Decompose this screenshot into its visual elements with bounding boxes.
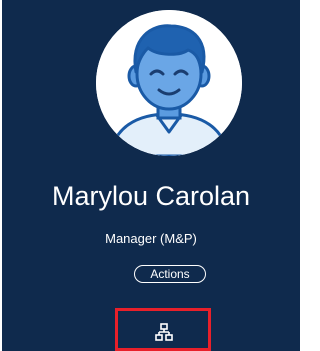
org-chart-icon <box>155 323 173 341</box>
actions-button[interactable]: Actions <box>134 265 206 283</box>
avatar <box>96 10 242 156</box>
profile-name: Marylou Carolan <box>51 181 251 211</box>
profile-role: Manager (M&P) <box>105 231 197 246</box>
person-avatar-icon <box>96 10 242 156</box>
profile-card: Marylou Carolan Manager (M&P) Actions <box>2 0 300 351</box>
org-chart-button[interactable] <box>115 308 211 351</box>
